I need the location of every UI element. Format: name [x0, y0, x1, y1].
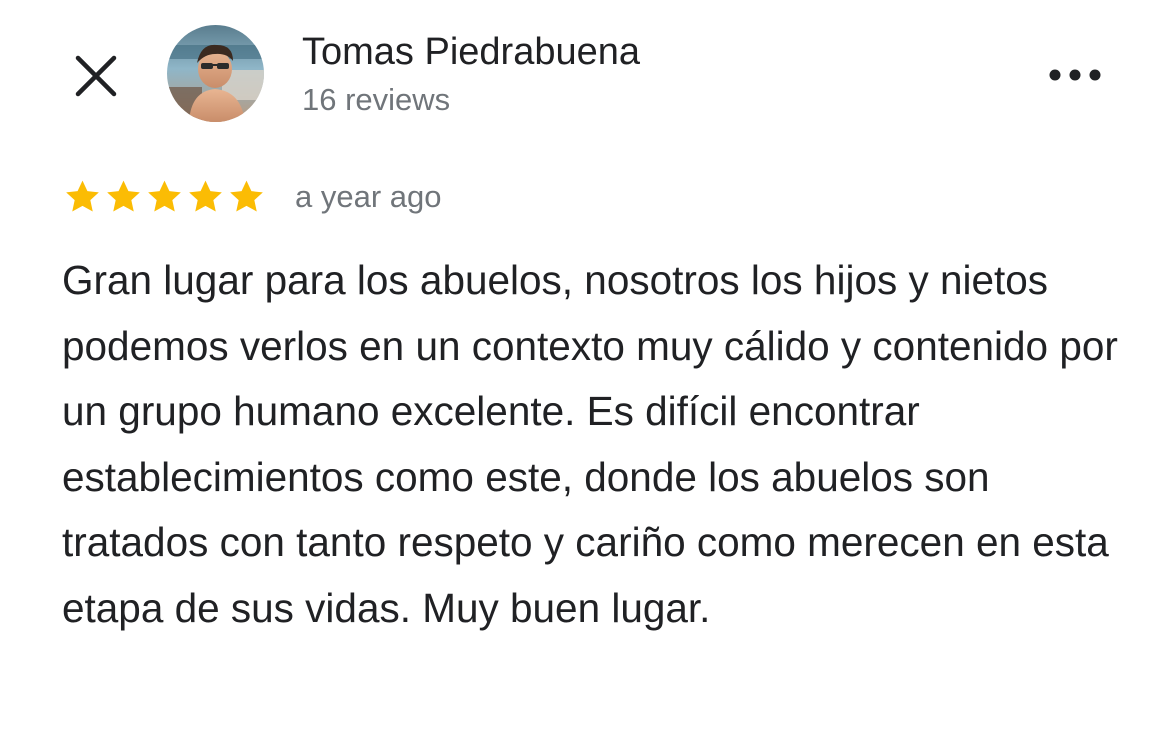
close-icon [75, 55, 117, 97]
user-name[interactable]: Tomas Piedrabuena [302, 30, 640, 74]
star-icon [148, 180, 181, 212]
review-text: Gran lugar para los abuelos, nosotros lo… [62, 257, 1118, 631]
star-icon [66, 180, 99, 212]
more-options-button[interactable] [1042, 55, 1108, 95]
profile-photo [167, 25, 264, 122]
star-rating [62, 177, 267, 217]
review-count[interactable]: 16 reviews [302, 80, 450, 120]
star-icon [189, 180, 222, 212]
close-button[interactable] [68, 48, 124, 104]
review-time: a year ago [295, 179, 442, 214]
star-icon [107, 180, 140, 212]
star-icon [230, 180, 263, 212]
more-horizontal-icon [1049, 69, 1101, 81]
avatar[interactable] [167, 25, 264, 122]
rating-row: a year ago [62, 172, 442, 222]
review-header: Tomas Piedrabuena 16 reviews [0, 0, 1170, 150]
